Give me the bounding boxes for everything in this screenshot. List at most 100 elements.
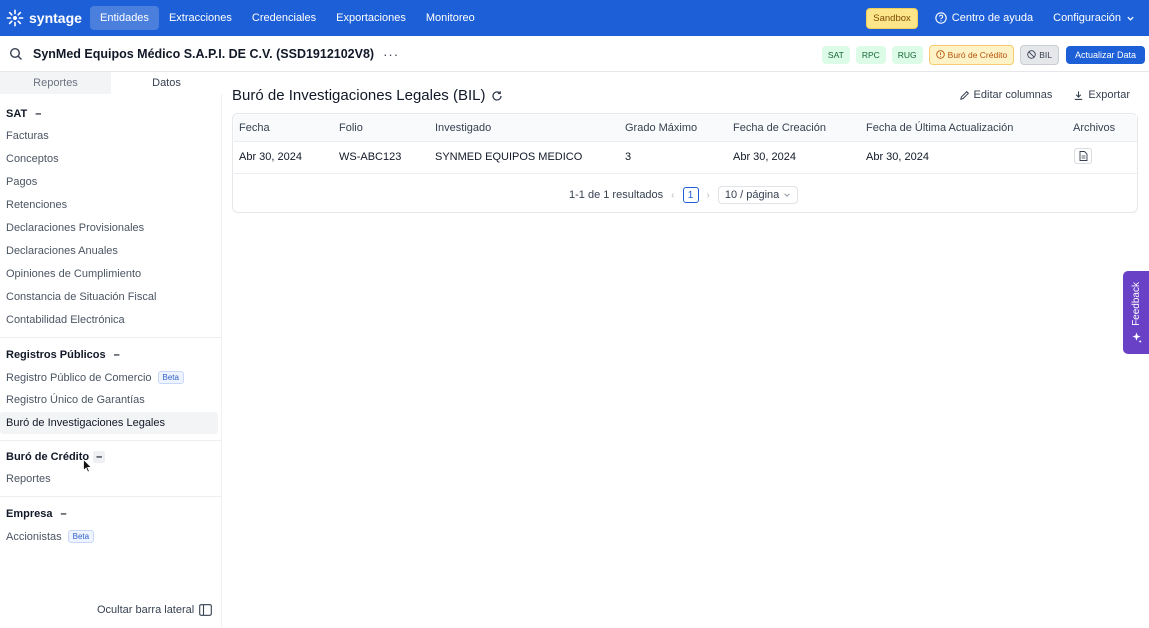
column-header-archivos[interactable]: Archivos bbox=[1073, 122, 1115, 134]
section-label: Buró de Crédito bbox=[6, 451, 90, 463]
sidebar-item-reportes[interactable]: Reportes bbox=[6, 473, 51, 485]
chevron-down-icon bbox=[784, 193, 791, 197]
column-header-folio[interactable]: Folio bbox=[339, 122, 363, 134]
help-label: Centro de ayuda bbox=[951, 12, 1034, 24]
sidebar-divider bbox=[0, 337, 222, 338]
section-label: SAT bbox=[6, 108, 28, 120]
section-label: Empresa bbox=[6, 508, 53, 520]
sidebar-item-declaraciones-provisionales[interactable]: Declaraciones Provisionales bbox=[6, 222, 144, 234]
sidebar-item-buro-investigaciones-legales[interactable]: Buró de Investigaciones Legales bbox=[0, 412, 218, 434]
download-icon bbox=[1075, 90, 1083, 100]
help-circle-icon bbox=[935, 12, 947, 24]
beta-badge: Beta bbox=[67, 530, 95, 543]
sidebar-item-retenciones[interactable]: Retenciones bbox=[6, 199, 67, 211]
column-header-fecha-creacion[interactable]: Fecha de Creación bbox=[733, 122, 826, 134]
sidebar-item-registro-unico-garantias[interactable]: Registro Único de Garantías bbox=[6, 394, 145, 406]
edit-columns-button[interactable]: Editar columnas bbox=[959, 89, 1053, 101]
brand-name: syntage bbox=[29, 10, 82, 26]
badge-rug[interactable]: RUG bbox=[891, 45, 923, 64]
mouse-cursor-icon bbox=[83, 459, 92, 473]
sidebar-panel-icon bbox=[199, 604, 213, 616]
entity-bar: SynMed Equipos Médico S.A.P.I. DE C.V. (… bbox=[0, 37, 1149, 72]
sidebar-item-conceptos[interactable]: Conceptos bbox=[6, 153, 59, 165]
sidebar-item-declaraciones-anuales[interactable]: Declaraciones Anuales bbox=[6, 245, 118, 257]
section-title-registros-publicos[interactable]: Registros Públicos – bbox=[6, 349, 120, 361]
sidebar-item-pagos[interactable]: Pagos bbox=[6, 176, 37, 188]
nav-exportaciones[interactable]: Exportaciones bbox=[326, 6, 416, 30]
alert-circle-icon bbox=[935, 50, 945, 59]
bil-table: Fecha Folio Investigado Grado Máximo Fec… bbox=[232, 113, 1138, 213]
pagination: 1-1 de 1 resultados ‹ 1 › 10 / página bbox=[569, 186, 799, 204]
column-header-fecha[interactable]: Fecha bbox=[239, 122, 270, 134]
ban-icon bbox=[1027, 50, 1036, 59]
table-cell: Abr 30, 2024 bbox=[866, 151, 929, 163]
collapse-icon[interactable]: – bbox=[114, 349, 120, 361]
table-cell: Abr 30, 2024 bbox=[733, 151, 796, 163]
sidebar-divider bbox=[0, 496, 222, 497]
help-center-link[interactable]: Centro de ayuda bbox=[935, 12, 1033, 24]
config-label: Configuración bbox=[1053, 12, 1121, 24]
more-options-button[interactable]: ··· bbox=[383, 47, 399, 62]
syntage-logo-icon bbox=[6, 9, 24, 27]
badge-buro-credito-label: Buró de Crédito bbox=[947, 49, 1008, 60]
sidebar-item-label: Registro Público de Comercio bbox=[6, 371, 152, 384]
sparkle-icon bbox=[1131, 332, 1142, 343]
column-header-grado-maximo[interactable]: Grado Máximo bbox=[625, 122, 697, 134]
sidebar-item-accionistas[interactable]: Accionistas Beta bbox=[6, 530, 95, 543]
collapse-icon[interactable]: – bbox=[93, 451, 106, 463]
pencil-icon bbox=[959, 90, 969, 100]
document-icon bbox=[1079, 151, 1087, 161]
sidebar-item-opiniones-cumplimiento[interactable]: Opiniones de Cumplimiento bbox=[6, 268, 141, 280]
file-download-button[interactable] bbox=[1074, 148, 1092, 164]
badge-buro-credito[interactable]: Buró de Crédito bbox=[928, 44, 1015, 65]
column-header-fecha-ultima-actualizacion[interactable]: Fecha de Última Actualización bbox=[866, 122, 1013, 134]
export-button[interactable]: Exportar bbox=[1073, 89, 1130, 101]
page-size-label: 10 / página bbox=[724, 189, 780, 201]
collapse-icon[interactable]: – bbox=[60, 508, 66, 520]
sidebar-item-constancia-situacion-fiscal[interactable]: Constancia de Situación Fiscal bbox=[6, 291, 156, 303]
refresh-icon[interactable] bbox=[491, 90, 503, 102]
feedback-tab[interactable]: Feedback bbox=[1123, 271, 1149, 354]
page-title: Buró de Investigaciones Legales (BIL) bbox=[232, 87, 503, 104]
page-button[interactable]: 1 bbox=[682, 187, 699, 203]
row-divider bbox=[234, 173, 1137, 174]
feedback-label: Feedback bbox=[1130, 282, 1142, 326]
nav-credenciales[interactable]: Credenciales bbox=[242, 6, 326, 30]
badge-bil[interactable]: BIL bbox=[1020, 44, 1059, 65]
page-size-select[interactable]: 10 / página bbox=[717, 186, 799, 204]
sidebar-item-label: Accionistas bbox=[6, 530, 62, 543]
chevron-down-icon bbox=[1127, 16, 1134, 21]
tab-reportes[interactable]: Reportes bbox=[0, 72, 111, 94]
section-title-empresa[interactable]: Empresa – bbox=[6, 508, 67, 520]
sandbox-badge: Sandbox bbox=[866, 7, 918, 29]
chevron-left-icon[interactable]: ‹ bbox=[671, 190, 674, 201]
section-title-sat[interactable]: SAT – bbox=[6, 108, 41, 120]
table-cell: WS-ABC123 bbox=[339, 151, 402, 163]
sidebar-item-contabilidad-electronica[interactable]: Contabilidad Electrónica bbox=[6, 314, 125, 326]
edit-columns-label: Editar columnas bbox=[973, 89, 1053, 101]
sidebar-item-facturas[interactable]: Facturas bbox=[6, 130, 49, 142]
pagination-summary: 1-1 de 1 resultados bbox=[569, 189, 664, 201]
tab-datos[interactable]: Datos bbox=[111, 72, 222, 94]
sidebar-item-registro-publico-comercio[interactable]: Registro Público de Comercio Beta bbox=[6, 371, 184, 384]
brand-logo[interactable]: syntage bbox=[0, 9, 90, 27]
badge-rpc[interactable]: RPC bbox=[855, 45, 886, 64]
sidebar-divider bbox=[0, 440, 222, 441]
chevron-right-icon[interactable]: › bbox=[707, 190, 710, 201]
table-cell: SYNMED EQUIPOS MEDICO bbox=[435, 151, 583, 163]
sidebar: Reportes Datos SAT – Facturas Conceptos … bbox=[0, 72, 222, 628]
column-header-investigado[interactable]: Investigado bbox=[435, 122, 491, 134]
nav-extracciones[interactable]: Extracciones bbox=[159, 6, 242, 30]
hide-sidebar-button[interactable]: Ocultar barra lateral bbox=[97, 604, 213, 616]
collapse-icon[interactable]: – bbox=[35, 108, 41, 120]
entity-name: SynMed Equipos Médico S.A.P.I. DE C.V. (… bbox=[33, 47, 375, 61]
update-data-button[interactable]: Actualizar Data bbox=[1065, 45, 1145, 64]
section-label: Registros Públicos bbox=[6, 349, 106, 361]
badge-sat[interactable]: SAT bbox=[821, 45, 850, 64]
nav-monitoreo[interactable]: Monitoreo bbox=[416, 6, 485, 30]
beta-badge: Beta bbox=[157, 371, 184, 384]
search-icon[interactable] bbox=[9, 47, 23, 61]
export-label: Exportar bbox=[1088, 89, 1130, 101]
nav-entidades[interactable]: Entidades bbox=[90, 6, 159, 30]
config-menu[interactable]: Configuración bbox=[1053, 12, 1135, 24]
